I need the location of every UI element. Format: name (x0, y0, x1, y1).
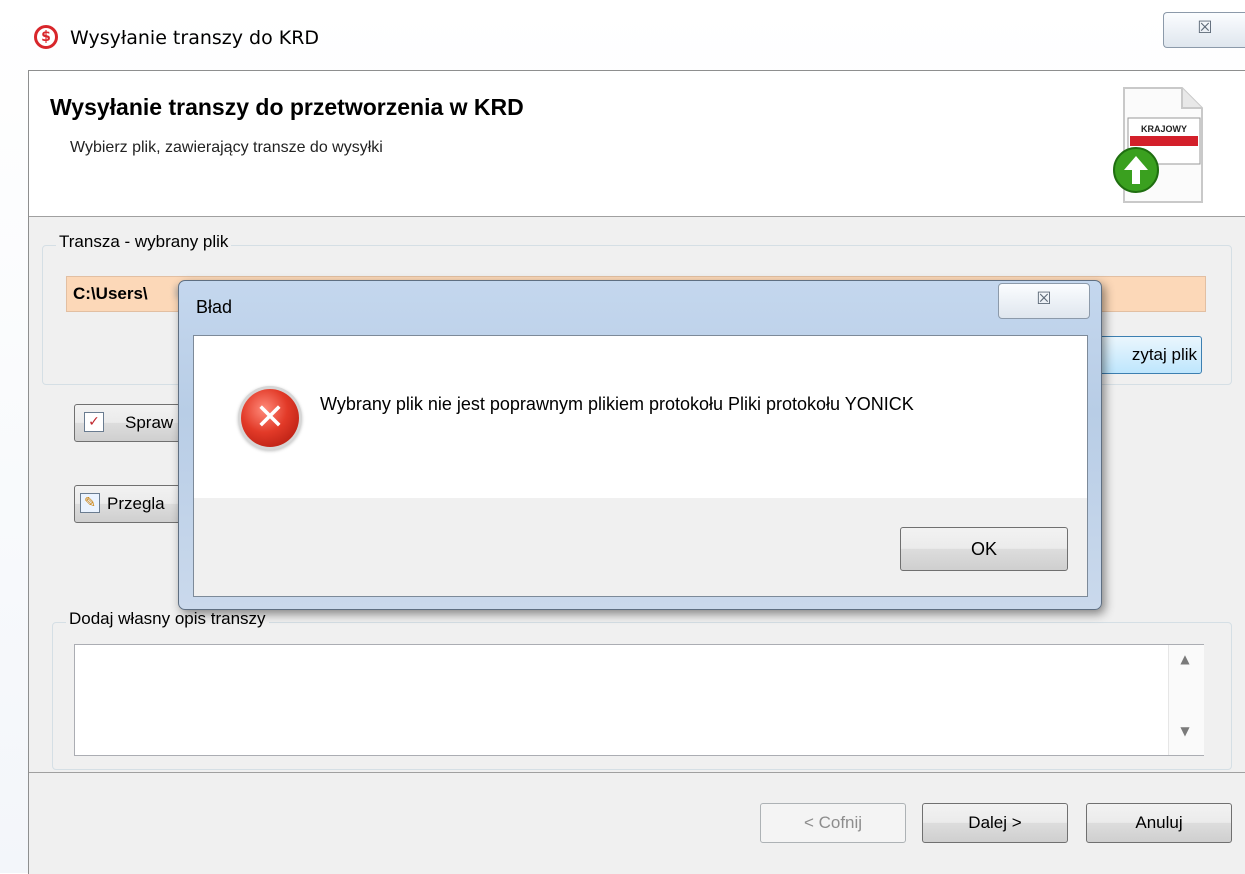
description-legend: Dodaj własny opis transzy (66, 609, 269, 629)
upload-document-icon: KRAJOWY (1113, 87, 1203, 203)
file-group-legend: Transza - wybrany plik (56, 232, 232, 252)
scroll-down-icon[interactable]: ▼ (1173, 724, 1197, 744)
dialog-close-button[interactable]: ☒ (998, 283, 1090, 319)
back-button[interactable]: < Cofnij (760, 803, 906, 843)
edit-document-icon: ✎ (80, 493, 100, 513)
description-textarea[interactable] (74, 644, 1204, 756)
dialog-message: Wybrany plik nie jest poprawnym plikiem … (320, 394, 914, 414)
cancel-button[interactable]: Anuluj (1086, 803, 1232, 843)
page-title: Wysyłanie transzy do przetworzenia w KRD (50, 94, 524, 120)
error-icon: ✕ (241, 389, 299, 447)
page-subtitle: Wybierz plik, zawierający transze do wys… (70, 139, 383, 156)
dialog-content (194, 336, 1087, 498)
check-document-icon: ✓ (84, 412, 104, 432)
dialog-title: Bład (196, 297, 233, 317)
scroll-up-icon[interactable]: ▲ (1173, 652, 1197, 672)
logo-text: KRAJOWY (1141, 124, 1187, 134)
window-close-button[interactable]: ☒ (1163, 12, 1245, 48)
window-title: Wysyłanie transzy do KRD (70, 27, 320, 49)
krd-app-icon: $ (34, 25, 58, 49)
ok-button[interactable]: OK (900, 527, 1068, 571)
next-button[interactable]: Dalej > (922, 803, 1068, 843)
